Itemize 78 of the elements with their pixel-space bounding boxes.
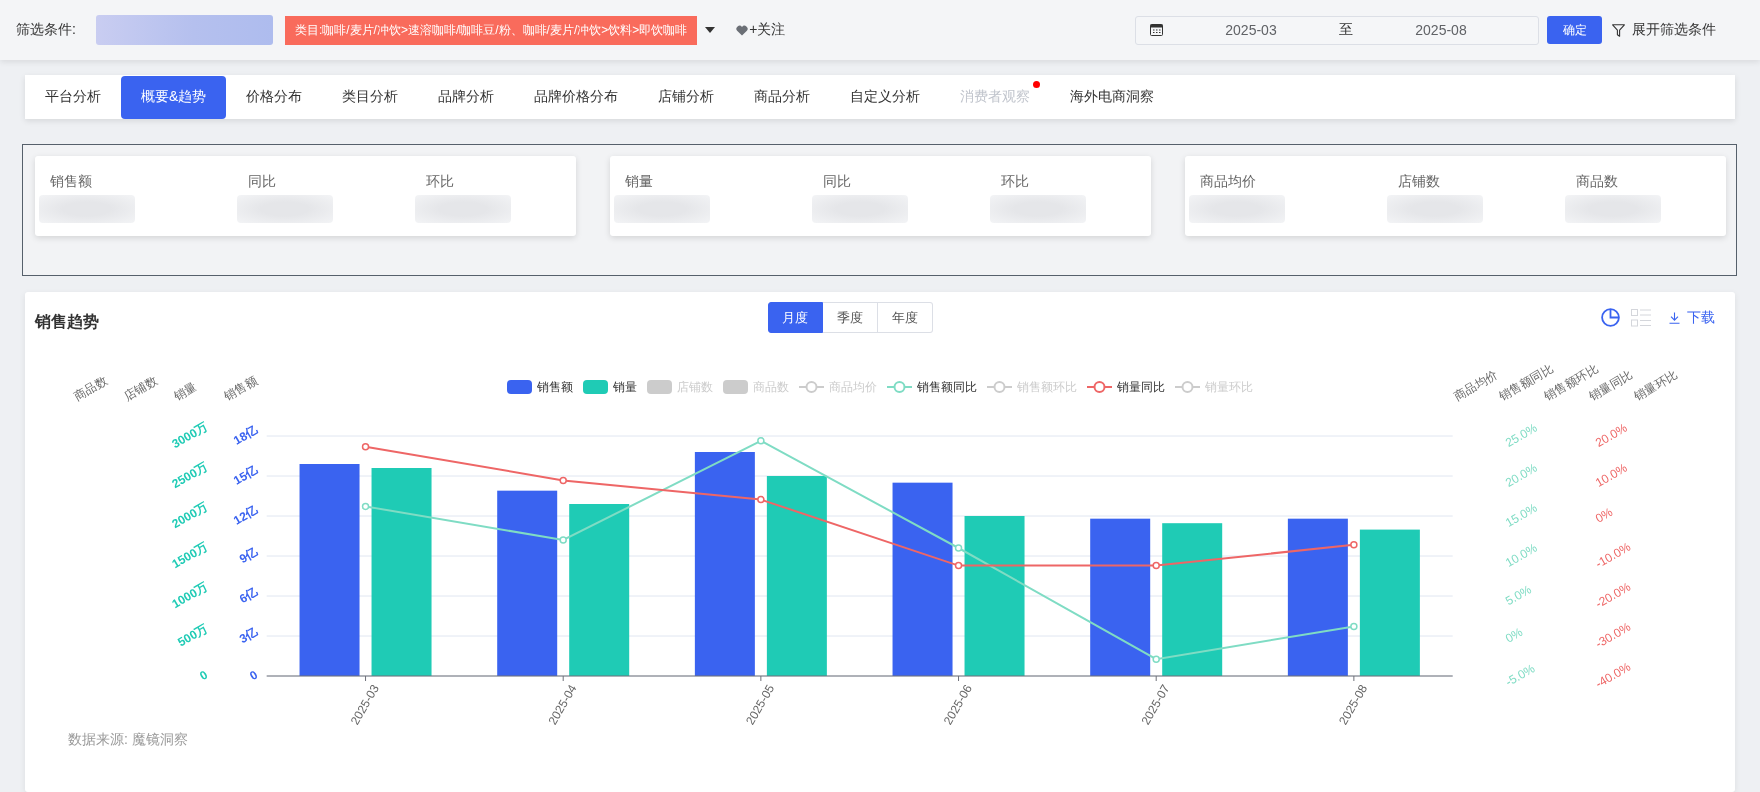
blurred-field[interactable] [95, 15, 273, 45]
period-tab[interactable]: 季度 [822, 302, 878, 333]
axis-label: 12亿 [231, 502, 261, 528]
chart-title: 销售趋势 [35, 311, 99, 332]
nav-tab[interactable]: 价格分布 [226, 75, 323, 119]
axis-label: -5.0% [1503, 661, 1538, 690]
axis-label: 0% [1503, 624, 1526, 646]
axis-title: 销售额 [221, 373, 260, 404]
metric-label: 同比 [821, 172, 851, 190]
legend-item[interactable]: 销售额 [507, 380, 573, 394]
axis-label: 3亿 [236, 624, 261, 646]
axis-label: 500万 [175, 621, 211, 650]
metric-label: 环比 [424, 172, 454, 190]
nav-tab[interactable]: 品牌价格分布 [514, 75, 639, 119]
nav-tab[interactable]: 店铺分析 [638, 75, 735, 119]
data-point [1152, 655, 1160, 663]
legend-swatch-icon [647, 380, 672, 394]
data-point [1350, 622, 1358, 631]
data-point [954, 544, 963, 552]
metric-label: 销售额 [48, 172, 92, 190]
axis-label: 9亿 [236, 544, 261, 566]
axis-label: 5.0% [1503, 582, 1534, 609]
metric-label: 商品数 [1574, 172, 1618, 190]
calendar-icon [1150, 24, 1163, 36]
nav-tab[interactable]: 海外电商洞察 [1050, 75, 1175, 119]
data-point [361, 443, 370, 451]
axis-label: 0 [247, 667, 261, 683]
legend-swatch-icon [723, 380, 748, 394]
data-point [559, 476, 567, 485]
axis-label: 18亿 [231, 422, 261, 448]
pie-chart-icon[interactable] [1601, 308, 1620, 327]
legend-line-icon [799, 380, 824, 394]
legend-item[interactable]: 销售额同比 [887, 380, 977, 394]
follow-button[interactable]: +关注 [736, 21, 786, 39]
caret-icon[interactable] [705, 27, 716, 33]
metric-label: 商品均价 [1198, 172, 1256, 190]
nav-tab[interactable]: 商品分析 [734, 75, 831, 119]
nav-tab[interactable]: 品牌分析 [418, 75, 515, 119]
download-icon [1669, 311, 1680, 324]
legend-item[interactable]: 销量 [583, 380, 637, 394]
data-point [361, 502, 370, 511]
download-button[interactable]: 下载 [1669, 308, 1715, 327]
data-point [1350, 541, 1358, 549]
data-point [559, 536, 567, 544]
axis-title: 销量 [171, 379, 200, 404]
legend-line-icon [1175, 380, 1200, 394]
legend-line-icon [987, 380, 1012, 394]
end-date-field[interactable]: 2025-08 [1361, 17, 1521, 43]
axis-title: 商品数 [71, 373, 110, 404]
data-point [1152, 561, 1160, 570]
axis-title: 店铺数 [121, 373, 160, 404]
date-range-picker[interactable]: 2025-03 至 2025-08 [1135, 15, 1539, 45]
expand-filters-button[interactable]: 展开筛选条件 [1612, 21, 1716, 39]
range-separator: 至 [1339, 21, 1353, 39]
filter-icon [1612, 23, 1625, 37]
period-tab[interactable]: 年度 [877, 302, 933, 333]
metric-label: 环比 [999, 172, 1029, 190]
metric-label: 同比 [246, 172, 276, 190]
heart-icon [736, 24, 749, 36]
data-point [954, 561, 963, 570]
nav-tab[interactable]: 自定义分析 [830, 75, 941, 119]
metric-label: 店铺数 [1396, 172, 1440, 190]
data-point [757, 495, 765, 504]
axis-label: 0% [1593, 504, 1616, 526]
data-point [757, 437, 765, 445]
source-note: 数据来源: 魔镜洞察 [68, 730, 189, 748]
axis-label: 15亿 [231, 462, 261, 488]
confirm-button[interactable]: 确定 [1547, 16, 1602, 44]
nav-tab[interactable]: 平台分析 [25, 75, 121, 119]
metric-label: 销量 [623, 172, 653, 190]
period-tab[interactable]: 月度 [767, 302, 823, 333]
legend-item[interactable]: 销量同比 [1087, 380, 1165, 394]
nav-tab[interactable]: 类目分析 [322, 75, 419, 119]
axis-label: 6亿 [236, 584, 261, 606]
filter-label: 筛选条件: [16, 21, 76, 39]
start-date-field[interactable]: 2025-03 [1171, 17, 1331, 43]
nav-tab[interactable]: 概要&趋势 [121, 75, 227, 119]
axis-label: 0 [197, 667, 211, 683]
